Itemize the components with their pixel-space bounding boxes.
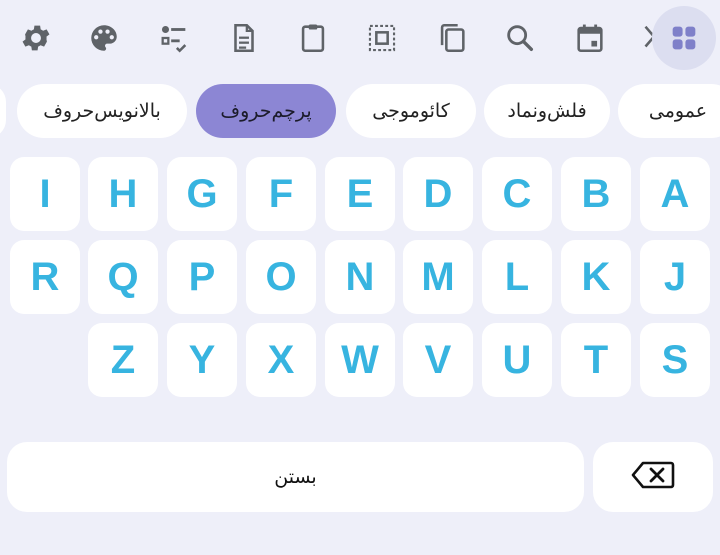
- toolbar: [0, 0, 720, 78]
- key-y[interactable]: Y: [167, 323, 237, 397]
- backspace-button[interactable]: [593, 442, 713, 512]
- key-w[interactable]: W: [325, 323, 395, 397]
- key-u[interactable]: U: [482, 323, 552, 397]
- close-button[interactable]: بستن: [7, 442, 584, 512]
- chip-superscript-letters[interactable]: بالانویس‌حروف: [17, 84, 187, 138]
- palette-icon[interactable]: [82, 16, 126, 60]
- backspace-icon: [631, 460, 675, 494]
- key-b[interactable]: B: [561, 157, 631, 231]
- key-x[interactable]: X: [246, 323, 316, 397]
- key-r[interactable]: R: [10, 240, 80, 314]
- apps-grid-icon[interactable]: [662, 16, 706, 60]
- checklist-icon[interactable]: [152, 16, 196, 60]
- key-a[interactable]: A: [640, 157, 710, 231]
- key-f[interactable]: F: [246, 157, 316, 231]
- key-g[interactable]: G: [167, 157, 237, 231]
- copy-icon[interactable]: [430, 16, 474, 60]
- key-j[interactable]: J: [640, 240, 710, 314]
- key-q[interactable]: Q: [88, 240, 158, 314]
- settings-icon[interactable]: [14, 16, 58, 60]
- key-t[interactable]: T: [561, 323, 631, 397]
- key-p[interactable]: P: [167, 240, 237, 314]
- calendar-icon[interactable]: [568, 16, 612, 60]
- key-c[interactable]: C: [482, 157, 552, 231]
- category-tabs: بالانویس‌حروف پرچم‌حروف کائوموجی فلش‌ونم…: [0, 84, 720, 138]
- chip-partial[interactable]: [0, 84, 6, 138]
- key-i[interactable]: I: [10, 157, 80, 231]
- search-icon[interactable]: [498, 16, 542, 60]
- key-o[interactable]: O: [246, 240, 316, 314]
- key-v[interactable]: V: [403, 323, 473, 397]
- key-k[interactable]: K: [561, 240, 631, 314]
- chip-kaomoji[interactable]: کائوموجی: [346, 84, 476, 138]
- key-z[interactable]: Z: [88, 323, 158, 397]
- key-h[interactable]: H: [88, 157, 158, 231]
- chip-general[interactable]: عمومی: [618, 84, 720, 138]
- key-s[interactable]: S: [640, 323, 710, 397]
- key-e[interactable]: E: [325, 157, 395, 231]
- document-icon[interactable]: [222, 16, 266, 60]
- clipboard-icon[interactable]: [291, 16, 335, 60]
- key-l[interactable]: L: [482, 240, 552, 314]
- chip-flag-letters[interactable]: پرچم‌حروف: [196, 84, 336, 138]
- key-d[interactable]: D: [403, 157, 473, 231]
- key-n[interactable]: N: [325, 240, 395, 314]
- select-all-icon[interactable]: [360, 16, 404, 60]
- key-m[interactable]: M: [403, 240, 473, 314]
- chip-arrows-symbols[interactable]: فلش‌ونماد: [484, 84, 610, 138]
